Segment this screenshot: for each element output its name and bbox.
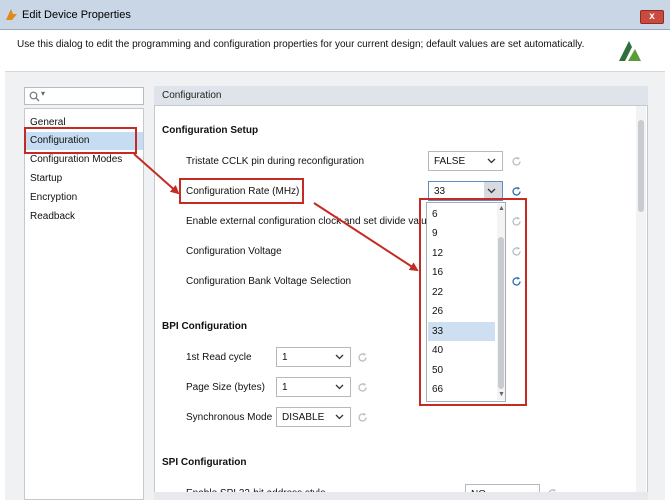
arrow-to-rate-label bbox=[133, 153, 180, 195]
annotation-arrows bbox=[133, 153, 419, 272]
arrow-to-rate-list bbox=[313, 202, 419, 272]
